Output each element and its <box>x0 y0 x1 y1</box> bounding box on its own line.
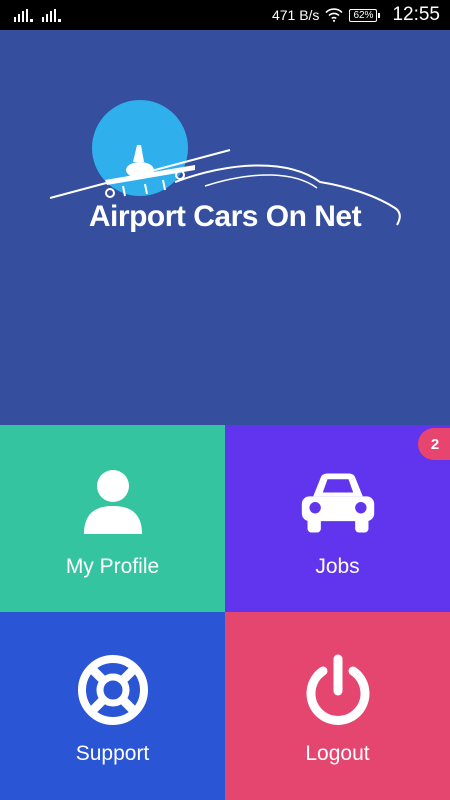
signal-icon-2 <box>42 9 61 22</box>
car-icon <box>298 463 378 543</box>
clock: 12:55 <box>392 4 440 25</box>
jobs-label: Jobs <box>315 555 360 578</box>
signal-icon <box>14 9 33 22</box>
jobs-tile[interactable]: 2 Jobs <box>225 425 450 612</box>
my-profile-label: My Profile <box>65 555 160 578</box>
jobs-count-badge: 2 <box>418 428 450 460</box>
app-name: Airport Cars On Net <box>88 200 362 233</box>
battery-icon: 62% <box>349 8 381 22</box>
power-icon <box>298 650 378 730</box>
user-icon <box>73 463 153 543</box>
support-label: Support <box>75 742 150 765</box>
app-logo: Airport Cars On Net <box>45 100 415 250</box>
status-bar: 471 B/s 62% 12:55 <box>0 0 450 30</box>
hero-banner: Airport Cars On Net <box>0 30 450 425</box>
logout-tile[interactable]: Logout <box>225 612 450 800</box>
wifi-icon <box>325 8 344 22</box>
my-profile-tile[interactable]: My Profile <box>0 425 225 612</box>
support-tile[interactable]: Support <box>0 612 225 800</box>
logout-label: Logout <box>305 742 370 765</box>
lifebuoy-icon <box>73 650 153 730</box>
battery-level: 62% <box>349 8 378 22</box>
network-speed: 471 B/s <box>271 7 320 23</box>
